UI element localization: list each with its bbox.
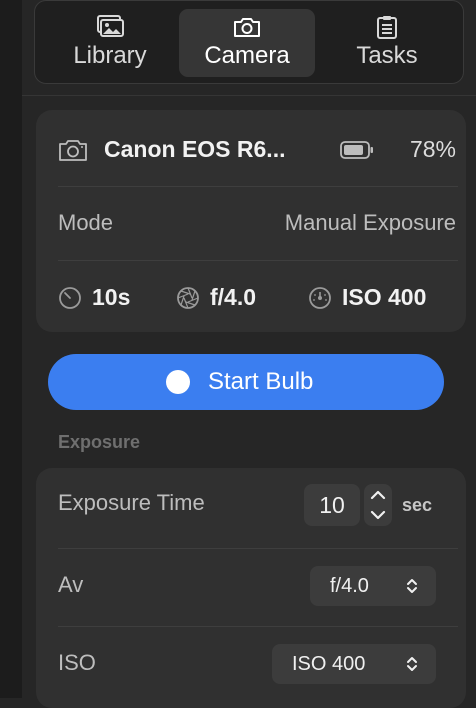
tab-library-label: Library (73, 42, 147, 69)
camera-name: Canon EOS R6... (104, 136, 286, 162)
mode-label: Mode (58, 210, 114, 235)
camera-outline-icon (59, 140, 87, 161)
camera-panel: Library Camera Tasks Canon EOS R6... 78%… (22, 0, 476, 708)
tab-camera-label: Camera (204, 42, 290, 69)
tab-library[interactable]: Library (43, 9, 177, 77)
battery-icon (340, 141, 373, 159)
left-sidebar-edge (0, 0, 23, 698)
exposure-time-label: Exposure Time (58, 490, 205, 515)
aperture-icon (177, 287, 199, 309)
mode-value: Manual Exposure (284, 210, 456, 235)
camera-icon (234, 18, 260, 37)
iso-gauge-icon (309, 287, 331, 309)
exposure-time-input[interactable]: 10 (304, 484, 360, 526)
shutter-value: 10s (92, 284, 131, 310)
camera-info-card: Canon EOS R6... 78% Mode Manual Exposure… (36, 110, 466, 332)
av-select-value: f/4.0 (330, 575, 369, 597)
row-divider (58, 186, 458, 187)
up-down-chevron-icon (407, 579, 417, 593)
row-divider (58, 548, 458, 549)
iso-label: ISO (58, 650, 96, 675)
tab-bar-divider (22, 95, 476, 96)
row-divider (58, 626, 458, 627)
exposure-card: Exposure Time 10 sec Av f/4.0 ISO ISO 40… (36, 468, 466, 708)
iso-select[interactable]: ISO 400 (272, 644, 436, 684)
photo-library-icon (97, 15, 124, 37)
chevron-up-icon (370, 490, 386, 500)
tab-tasks[interactable]: Tasks (319, 9, 455, 77)
start-bulb-button[interactable]: Start Bulb (48, 354, 444, 410)
aperture-value: f/4.0 (210, 284, 257, 310)
tab-tasks-label: Tasks (356, 42, 418, 69)
exposure-time-stepper (364, 484, 392, 526)
up-down-chevron-icon (407, 657, 417, 671)
tab-camera[interactable]: Camera (179, 9, 315, 77)
row-divider (58, 260, 458, 261)
timer-icon (59, 287, 81, 309)
record-dot-icon (166, 370, 190, 394)
battery-percent: 78% (409, 136, 456, 162)
av-label: Av (58, 572, 84, 597)
start-bulb-label: Start Bulb (208, 368, 314, 395)
chevron-down-icon (370, 510, 386, 520)
av-select[interactable]: f/4.0 (310, 566, 436, 606)
stepper-down-button[interactable] (364, 505, 392, 526)
exposure-time-unit: sec (402, 495, 433, 515)
stepper-up-button[interactable] (364, 484, 392, 505)
exposure-section-title: Exposure (58, 432, 141, 452)
iso-value: ISO 400 (342, 284, 427, 310)
iso-select-value: ISO 400 (292, 653, 366, 675)
tab-bar: Library Camera Tasks (34, 0, 464, 84)
clipboard-list-icon (377, 16, 397, 39)
